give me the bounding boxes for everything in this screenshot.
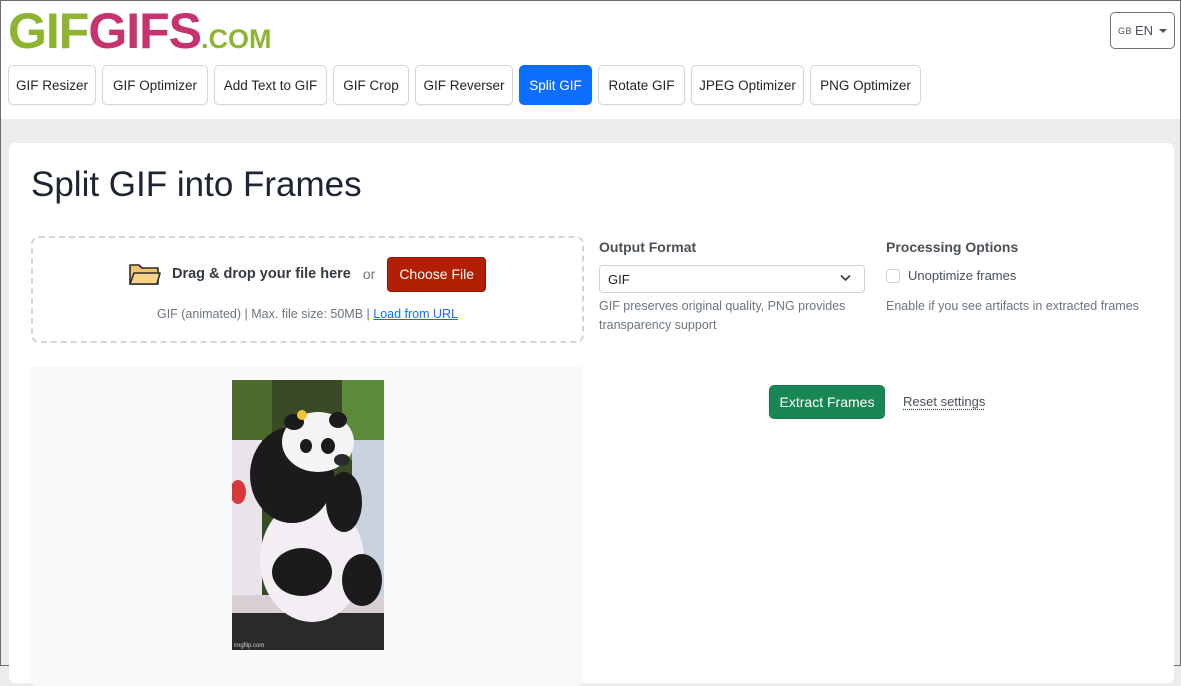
reset-settings-link[interactable]: Reset settings bbox=[903, 394, 985, 409]
logo-domain: .COM bbox=[201, 24, 272, 54]
output-format-label: Output Format bbox=[599, 239, 696, 255]
extract-frames-button[interactable]: Extract Frames bbox=[769, 385, 885, 419]
file-dropzone[interactable]: Drag & drop your file here or Choose Fil… bbox=[31, 236, 584, 343]
tab-split-gif[interactable]: Split GIF bbox=[519, 65, 592, 105]
processing-help: Enable if you see artifacts in extracted… bbox=[886, 297, 1156, 316]
dropzone-or: or bbox=[363, 266, 375, 282]
tab-gif-reverser[interactable]: GIF Reverser bbox=[415, 65, 513, 105]
output-format-help: GIF preserves original quality, PNG prov… bbox=[599, 297, 859, 335]
site-logo[interactable]: GIFGIFS.COM bbox=[8, 3, 272, 67]
page-title: Split GIF into Frames bbox=[31, 165, 362, 205]
logo-part-gifs: GIFS bbox=[88, 3, 201, 59]
choose-file-button[interactable]: Choose File bbox=[387, 257, 486, 292]
language-label: EN bbox=[1135, 23, 1153, 38]
panda-gif-image bbox=[232, 380, 384, 650]
unoptimize-label[interactable]: Unoptimize frames bbox=[908, 268, 1016, 283]
unoptimize-option: Unoptimize frames bbox=[886, 268, 1016, 283]
main-card: Split GIF into Frames Drag & drop your f… bbox=[9, 143, 1174, 683]
gb-flag-icon: GB bbox=[1118, 26, 1132, 36]
output-format-select[interactable]: GIF bbox=[599, 265, 865, 293]
tab-add-text-to-gif[interactable]: Add Text to GIF bbox=[214, 65, 327, 105]
file-info: GIF (animated) | Max. file size: 50MB | … bbox=[33, 307, 582, 321]
folder-icon bbox=[129, 262, 161, 286]
chevron-down-icon bbox=[840, 274, 851, 282]
tab-gif-resizer[interactable]: GIF Resizer bbox=[8, 65, 96, 105]
dropzone-text: Drag & drop your file here bbox=[172, 266, 351, 282]
output-format-value: GIF bbox=[608, 272, 630, 287]
preview-watermark: imgflip.com bbox=[234, 643, 264, 649]
tab-jpeg-optimizer[interactable]: JPEG Optimizer bbox=[691, 65, 804, 105]
logo-part-gif: GIF bbox=[8, 3, 88, 59]
tab-rotate-gif[interactable]: Rotate GIF bbox=[598, 65, 685, 105]
caret-down-icon bbox=[1159, 29, 1167, 33]
gif-preview-area: imgflip.com bbox=[31, 366, 583, 686]
gif-preview-image: imgflip.com bbox=[232, 380, 384, 650]
language-dropdown[interactable]: GB EN bbox=[1110, 12, 1175, 49]
tab-gif-optimizer[interactable]: GIF Optimizer bbox=[102, 65, 208, 105]
unoptimize-checkbox[interactable] bbox=[886, 269, 900, 283]
top-navbar: GIFGIFS.COM GB EN GIF Resizer GIF Optimi… bbox=[1, 1, 1180, 119]
file-info-text: GIF (animated) | Max. file size: 50MB | bbox=[157, 307, 370, 321]
tab-gif-crop[interactable]: GIF Crop bbox=[333, 65, 409, 105]
load-from-url-link[interactable]: Load from URL bbox=[373, 307, 458, 321]
tab-png-optimizer[interactable]: PNG Optimizer bbox=[810, 65, 921, 105]
processing-options-label: Processing Options bbox=[886, 239, 1018, 255]
